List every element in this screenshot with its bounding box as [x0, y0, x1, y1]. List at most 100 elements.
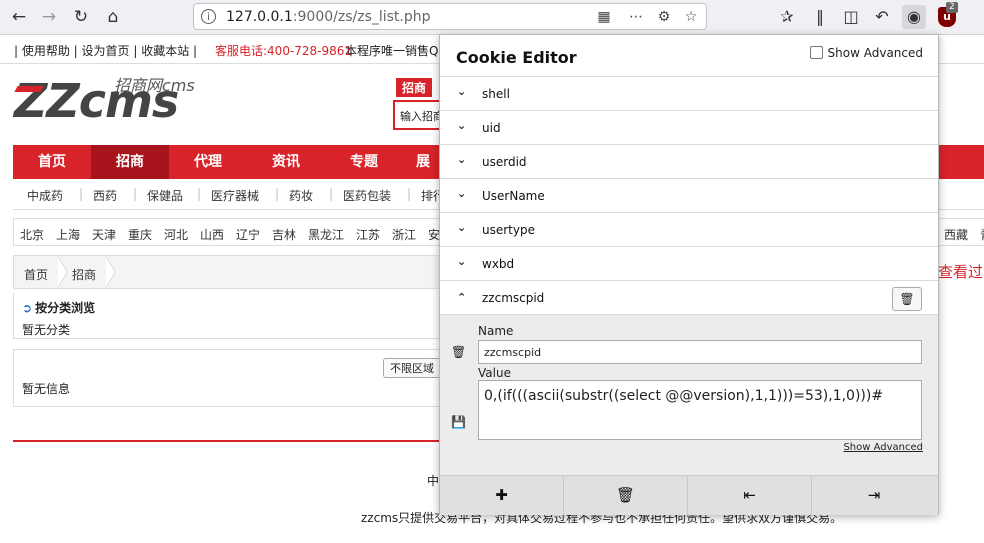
cookie-row-username[interactable]: ⌄ UserName: [440, 178, 938, 213]
action-bar: ✚ 🗑 ⇤ ⇥: [440, 475, 938, 515]
import-icon: ⇤: [743, 486, 756, 504]
page-actions-icon[interactable]: ⋯: [627, 8, 645, 26]
chevron-down-icon: ⌄: [457, 255, 467, 268]
cookie-row-zzcmscpid[interactable]: ⌃ zzcmscpid 🗑: [440, 280, 938, 315]
undo-icon[interactable]: ↶: [870, 5, 894, 29]
search-tab[interactable]: 招商: [396, 78, 433, 97]
region-link[interactable]: 山西: [200, 226, 224, 243]
export-icon: ⇥: [867, 486, 881, 504]
region-link[interactable]: 河北: [164, 226, 188, 243]
region-link[interactable]: 江苏: [356, 226, 380, 243]
topbar-tail: 本程序唯一销售Q: [345, 44, 439, 58]
browser-toolbar: ← → ↻ ⌂ i 127.0.0.1:9000/zs/zs_list.php …: [0, 0, 984, 35]
cookie-row-userdid[interactable]: ⌄ userdid: [440, 144, 938, 179]
back-icon[interactable]: ←: [7, 5, 31, 29]
chevron-down-icon: ⌄: [457, 187, 467, 200]
library-icon[interactable]: ‖: [808, 5, 832, 29]
region-link[interactable]: 西藏: [944, 226, 968, 243]
delete-all-button[interactable]: 🗑: [564, 476, 688, 515]
region-link[interactable]: 吉林: [272, 226, 296, 243]
cookie-value-input[interactable]: 0,(if(((ascii(substr((select @@version),…: [478, 380, 922, 440]
breadcrumb-arrow-inner: [106, 257, 115, 287]
bug-icon[interactable]: ⚙: [655, 8, 673, 26]
category-panel: ➲ 按分类浏览 暂无分类: [13, 293, 443, 339]
sidebar-icon[interactable]: ◫: [839, 5, 863, 29]
qr-code-icon[interactable]: ▦: [595, 8, 613, 26]
nav-item-home[interactable]: 首页: [13, 145, 91, 179]
subnav-item[interactable]: 保健品: [147, 187, 183, 204]
name-label: Name: [478, 324, 514, 338]
forward-icon[interactable]: →: [37, 5, 61, 29]
region-link[interactable]: 北京: [20, 226, 44, 243]
save-icon[interactable]: 💾: [451, 415, 466, 429]
info-empty: 暂无信息: [22, 382, 71, 396]
url-text[interactable]: 127.0.0.1:9000/zs/zs_list.php: [226, 9, 431, 25]
cookie-name: uid: [482, 121, 501, 135]
chevron-down-icon: ⌄: [457, 221, 467, 234]
cookie-name: userdid: [482, 155, 527, 169]
nav-item-zhan[interactable]: 展: [403, 145, 443, 179]
cookie-edit-form: Name 🗑 zzcmscpid Value 💾 0,(if(((ascii(s…: [440, 314, 938, 476]
show-advanced-toggle[interactable]: Show Advanced: [809, 46, 923, 60]
subnav-item[interactable]: 药妆: [289, 187, 313, 204]
cookie-name-input[interactable]: zzcmscpid: [478, 340, 922, 364]
popup-title: Cookie Editor: [456, 48, 577, 67]
cookie-row-uid[interactable]: ⌄ uid: [440, 110, 938, 145]
subnav-item[interactable]: 中成药: [27, 187, 63, 204]
chevron-down-icon: ⌄: [457, 85, 467, 98]
search-input-text: 输入招商: [400, 110, 444, 123]
region-link[interactable]: 黑龙江: [308, 226, 344, 243]
show-advanced-link[interactable]: Show Advanced: [843, 442, 923, 453]
subnav-divider: |: [197, 187, 202, 201]
subnav-divider: |: [79, 187, 84, 201]
breadcrumb-current[interactable]: 招商: [72, 266, 96, 283]
nav-item-zhaoshang[interactable]: 招商: [91, 145, 169, 179]
url-bar[interactable]: i 127.0.0.1:9000/zs/zs_list.php ▦ ⋯ ⚙ ☆: [193, 3, 707, 30]
cookie-name: zzcmscpid: [482, 291, 545, 305]
footer-line1: 中: [427, 474, 440, 488]
subnav-item[interactable]: 医药包装: [343, 187, 391, 204]
site-logo[interactable]: ZZcms 招商网cms: [14, 76, 195, 124]
cookie-name: wxbd: [482, 257, 515, 271]
breadcrumb-arrow-inner: [58, 257, 67, 287]
bookmark-star-icon[interactable]: ☆: [682, 8, 700, 26]
subnav-item[interactable]: 医疗器械: [211, 187, 259, 204]
add-cookie-button[interactable]: ✚: [440, 476, 564, 515]
value-label: Value: [478, 366, 511, 380]
region-link[interactable]: 天津: [92, 226, 116, 243]
cookie-value-text: 0,(if(((ascii(substr((select @@version),…: [484, 388, 884, 404]
subnav-item[interactable]: 西药: [93, 187, 117, 204]
topbar-links[interactable]: | 使用帮助 | 设为首页 | 收藏本站 |: [14, 42, 197, 59]
trash-icon[interactable]: 🗑: [451, 345, 466, 359]
reload-icon[interactable]: ↻: [69, 5, 93, 29]
nav-item-zixun[interactable]: 资讯: [247, 145, 325, 179]
breadcrumb-home[interactable]: 首页: [24, 266, 48, 283]
region-link[interactable]: 重庆: [128, 226, 152, 243]
home-icon[interactable]: ⌂: [101, 5, 125, 29]
cookie-row-wxbd[interactable]: ⌄ wxbd: [440, 246, 938, 281]
import-button[interactable]: ⇤: [688, 476, 812, 515]
cookie-editor-icon[interactable]: ◉: [902, 5, 926, 29]
trash-icon: 🗑: [615, 486, 636, 504]
region-select[interactable]: 不限区域: [383, 358, 441, 378]
nav-item-daili[interactable]: 代理: [169, 145, 247, 179]
ublock-badge: 2: [946, 2, 958, 13]
delete-cookie-button[interactable]: 🗑: [892, 287, 922, 311]
region-link[interactable]: 上海: [56, 226, 80, 243]
cookie-row-shell[interactable]: ⌄ shell: [440, 76, 938, 111]
region-link[interactable]: 青: [980, 226, 984, 243]
breadcrumb: 首页 招商: [13, 255, 443, 289]
cookie-row-usertype[interactable]: ⌄ usertype: [440, 212, 938, 247]
export-button[interactable]: ⇥: [812, 476, 936, 515]
region-link[interactable]: 浙江: [392, 226, 416, 243]
region-link[interactable]: 辽宁: [236, 226, 260, 243]
site-info-icon[interactable]: i: [201, 9, 216, 24]
cookie-editor-popup: Cookie Editor Show Advanced ⌄ shell ⌄ ui…: [439, 34, 939, 515]
trash-icon: 🗑: [899, 292, 915, 306]
download-star-icon[interactable]: ✰: [775, 5, 799, 29]
show-advanced-checkbox[interactable]: [809, 46, 823, 59]
info-panel: 不限区域 暂无信息: [13, 349, 443, 407]
cookie-name: usertype: [482, 223, 535, 237]
view-history-link[interactable]: 查看过: [938, 261, 983, 282]
nav-item-zhuanti[interactable]: 专题: [325, 145, 403, 179]
